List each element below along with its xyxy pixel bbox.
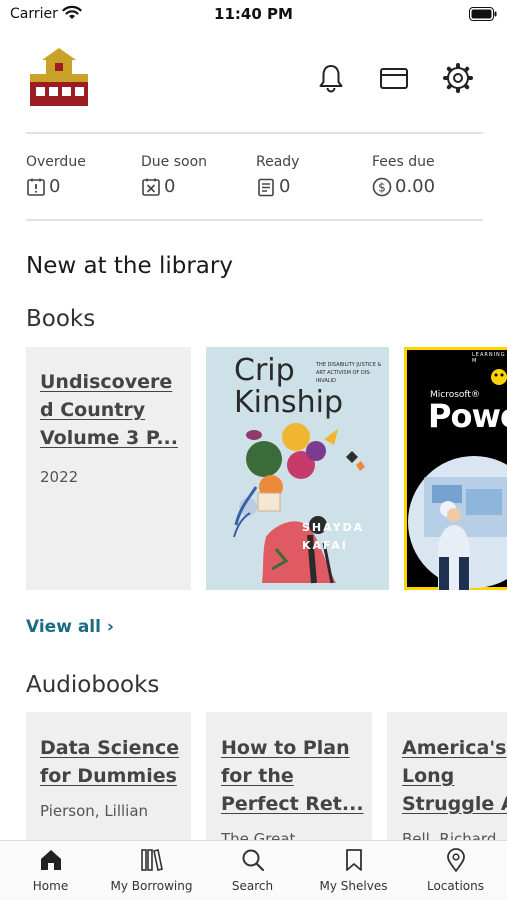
stat-value: 0 [49,176,61,197]
book-cover-microsoft-power[interactable]: LEARNING M Microsoft® Powe [404,347,507,590]
audiobook-tile[interactable]: How to Plan for the Perfect Ret... The G… [206,712,372,842]
audiobook-title[interactable]: How to Plan for the Perfect Ret... [221,734,364,818]
crip-kinship-cover-subtitle: THE DISABILITY JUSTICE & ART ACTIVISM OF… [316,362,382,384]
audiobook-tile[interactable]: Data Science for Dummies Pierson, Lillia… [26,712,191,842]
stat-value: 0 [279,176,291,197]
stat-label: Fees due [372,154,435,170]
tab-label: My Borrowing [110,879,193,893]
location-pin-icon [446,848,465,872]
tab-label: Search [231,879,274,893]
battery-icon [469,7,497,21]
books-icon [140,849,163,871]
book-title[interactable]: Undiscovere d Country Volume 3 P... [40,368,179,452]
stats-divider [26,219,483,221]
crip-kinship-cover-author: SHAYDA KAFAI [302,521,365,552]
stat-ready[interactable]: Ready 0 [256,154,299,197]
microsoft-power-cover-art [408,369,507,590]
status-bar: Carrier 11:40 PM [0,0,507,30]
audiobook-author: Pierson, Lillian [40,802,149,820]
bell-icon[interactable] [315,62,347,94]
stat-fees-due[interactable]: Fees due $ 0.00 [372,154,435,197]
due-soon-icon [142,178,160,196]
stat-label: Overdue [26,154,86,170]
tab-label: Locations [426,879,484,893]
home-icon [40,850,61,870]
overdue-icon [27,178,45,196]
header-divider [26,132,483,134]
tab-locations[interactable]: Locations [405,847,506,893]
clock: 11:40 PM [214,5,293,23]
books-view-all-link[interactable]: View all › [26,617,114,637]
audiobook-tile[interactable]: America's Long Struggle A Bell, Richard [387,712,507,842]
stat-value: 0.00 [395,176,436,197]
stat-value: 0 [164,176,176,197]
stat-overdue[interactable]: Overdue 0 [26,154,86,197]
tab-my-shelves[interactable]: My Shelves [303,847,404,893]
stat-label: Due soon [141,154,208,170]
books-heading: Books [26,306,96,332]
audiobook-title[interactable]: Data Science for Dummies [40,734,181,790]
microsoft-cover-badge: LEARNING M [472,352,506,364]
bottom-tab-bar: Home My Borrowing Search My Shelves Loca… [0,840,507,900]
settings-gear-icon[interactable] [442,62,474,94]
audiobooks-heading: Audiobooks [26,672,160,698]
tab-home[interactable]: Home [0,847,101,893]
tab-my-borrowing[interactable]: My Borrowing [101,847,202,893]
microsoft-cover-title: Powe [428,397,507,435]
ready-book-icon [258,178,274,196]
tab-search[interactable]: Search [202,847,303,893]
section-title-new: New at the library [26,253,233,279]
stat-due-soon[interactable]: Due soon 0 [141,154,207,197]
svg-text:$: $ [378,180,386,194]
book-year: 2022 [40,468,79,486]
stat-label: Ready [256,154,300,170]
library-card-icon[interactable] [378,62,410,94]
library-logo [30,48,88,106]
dollar-coin-icon: $ [372,177,392,196]
audiobook-title[interactable]: America's Long Struggle A [402,734,507,818]
book-tile[interactable]: Undiscovere d Country Volume 3 P... 2022 [26,347,191,590]
tab-label: My Shelves [319,879,388,893]
tab-label: Home [32,879,69,893]
book-cover-crip-kinship[interactable]: Crip Kinship THE DISABILITY JUSTICE & AR… [206,347,389,590]
bookmark-icon [345,849,362,871]
search-icon [242,849,264,872]
